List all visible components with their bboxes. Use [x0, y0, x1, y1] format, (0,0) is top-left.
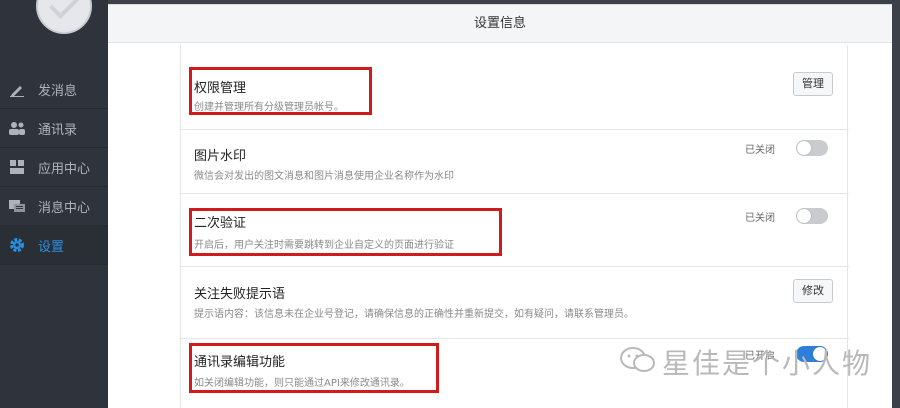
highlight-box: [189, 343, 439, 393]
status-label: 已关闭: [745, 145, 775, 156]
contacts-icon: [8, 119, 26, 137]
watermark-toggle[interactable]: [796, 140, 828, 156]
sidebar-item-label: 通讯录: [38, 122, 78, 138]
apps-icon: [8, 158, 26, 176]
panel-title: 设置信息: [108, 5, 892, 43]
sidebar: 发消息 通讯录 应用中心 消息中心 设置: [0, 0, 108, 408]
message-center-icon: [8, 197, 26, 215]
toggle-knob: [797, 209, 811, 223]
check-icon: [49, 0, 79, 19]
toggle-knob: [797, 141, 811, 155]
highlight-box: [189, 67, 372, 115]
setting-title: 关注失败提示语: [194, 287, 286, 302]
status-label: 已关闭: [745, 213, 775, 224]
sidebar-nav: 发消息 通讯录 应用中心 消息中心 设置: [0, 70, 108, 265]
sidebar-item-settings[interactable]: 设置: [0, 226, 108, 265]
sidebar-item-label: 发消息: [38, 83, 78, 99]
pencil-icon: [8, 80, 26, 98]
manage-button[interactable]: 管理: [793, 72, 833, 96]
sidebar-item-send-message[interactable]: 发消息: [0, 70, 108, 109]
sidebar-item-app-center[interactable]: 应用中心: [0, 148, 108, 187]
setting-row-follow-fail-prompt: 关注失败提示语 提示语内容：该信息未在企业号登记，请确保信息的正确性并重新提交，…: [181, 267, 849, 339]
setting-desc: 提示语内容：该信息未在企业号登记，请确保信息的正确性并重新提交，如有疑问，请联系…: [194, 309, 634, 320]
sidebar-item-label: 应用中心: [38, 161, 91, 177]
highlight-box: [189, 208, 502, 256]
setting-title: 图片水印: [194, 149, 247, 164]
two-step-toggle[interactable]: [796, 208, 828, 224]
setting-row-image-watermark: 图片水印 微信会对发出的图文消息和图片消息使用企业名称作为水印 已关闭: [181, 130, 849, 194]
modify-button[interactable]: 修改: [793, 279, 833, 303]
setting-desc: 微信会对发出的图文消息和图片消息使用企业名称作为水印: [194, 171, 454, 182]
sidebar-item-label: 消息中心: [38, 200, 91, 216]
sidebar-item-label: 设置: [38, 239, 65, 255]
sidebar-item-message-center[interactable]: 消息中心: [0, 187, 108, 226]
gear-icon: [8, 236, 26, 254]
sidebar-item-contacts[interactable]: 通讯录: [0, 109, 108, 148]
watermark-text: 星佳是个小人物: [662, 347, 873, 380]
avatar[interactable]: [36, 0, 92, 34]
wechat-icon: [620, 347, 655, 372]
